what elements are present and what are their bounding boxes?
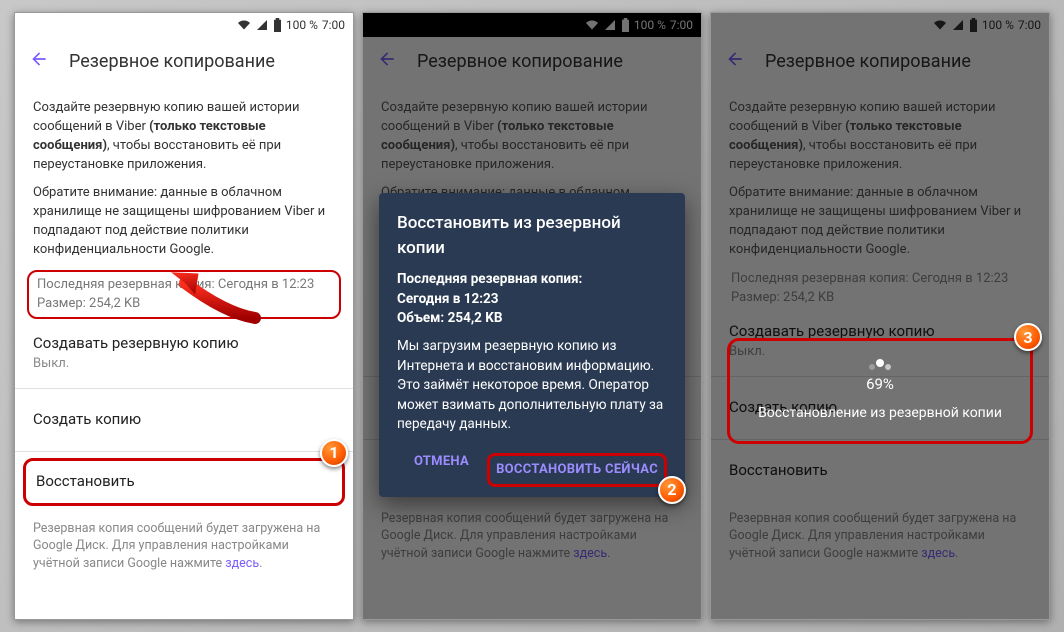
progress-percent: 69% [740,375,1020,393]
spinner-icon [876,359,884,367]
divider [15,388,353,389]
divider [15,451,353,452]
intro-text-2: Обратите внимание: данные в облачном хра… [33,184,335,259]
footer-text: Резервная копия сообщений будет загружен… [33,520,335,573]
app-bar: Резервное копирование [15,37,353,85]
dialog-last-value: Сегодня в 12:23 [397,290,667,310]
confirm-highlight: ВОССТАНОВИТЬ СЕЙЧАС 2 [487,453,667,487]
content: Создайте резервную копию вашей истории с… [15,85,353,586]
intro-text-1: Создайте резервную копию вашей истории с… [33,99,335,174]
annotation-badge-3: 3 [1014,323,1042,351]
footer-link[interactable]: здесь [225,556,259,571]
dialog-size: Объем: 254,2 KB [397,309,667,329]
screenshot-1: 100 % 7:00 Резервное копирование Создайт… [14,12,354,620]
restore-button[interactable]: Восстановить [36,471,332,493]
auto-backup-title[interactable]: Создавать резервную копию [33,333,335,355]
progress-highlight: 69% Восстановление из резервной копии 3 [727,338,1033,444]
dialog-last-label: Последняя резервная копия: [397,270,667,290]
restore-highlight: Восстановить 1 [23,458,345,506]
dialog-body: Мы загрузим резервную копию из Интернета… [397,337,667,435]
annotation-badge-1: 1 [320,439,348,467]
restore-now-button[interactable]: ВОССТАНОВИТЬ СЕЙЧАС [496,462,658,477]
clock-text: 7:00 [322,18,345,32]
backup-info-highlight: Последняя резервная копия: Сегодня в 12:… [27,270,341,320]
create-backup-button[interactable]: Создать копию [33,395,335,445]
battery-text: 100 % [286,18,318,32]
cancel-button[interactable]: ОТМЕНА [414,453,469,487]
wifi-icon [237,19,251,31]
dialog-actions: ОТМЕНА ВОССТАНОВИТЬ СЕЙЧАС 2 [397,449,667,487]
auto-backup-value: Выкл. [33,355,335,374]
status-bar: 100 % 7:00 [15,13,353,37]
backup-size-text: Размер: 254,2 KB [37,295,331,314]
modal-overlay [711,13,1049,619]
progress-label: Восстановление из резервной копии [740,405,1020,421]
back-arrow-icon[interactable] [29,49,49,74]
dialog-title: Восстановить из резервной копии [397,211,667,260]
screenshot-2: 100 % 7:00 Резервное копирование Создайт… [362,12,702,620]
annotation-badge-2: 2 [658,476,686,504]
signal-icon [255,19,269,31]
page-title: Резервное копирование [69,51,275,72]
last-backup-text: Последняя резервная копия: Сегодня в 12:… [37,276,331,295]
battery-icon [273,18,282,32]
restore-dialog: Восстановить из резервной копии Последня… [379,193,685,497]
screenshot-3: 100 % 7:00 Резервное копирование Создайт… [710,12,1050,620]
